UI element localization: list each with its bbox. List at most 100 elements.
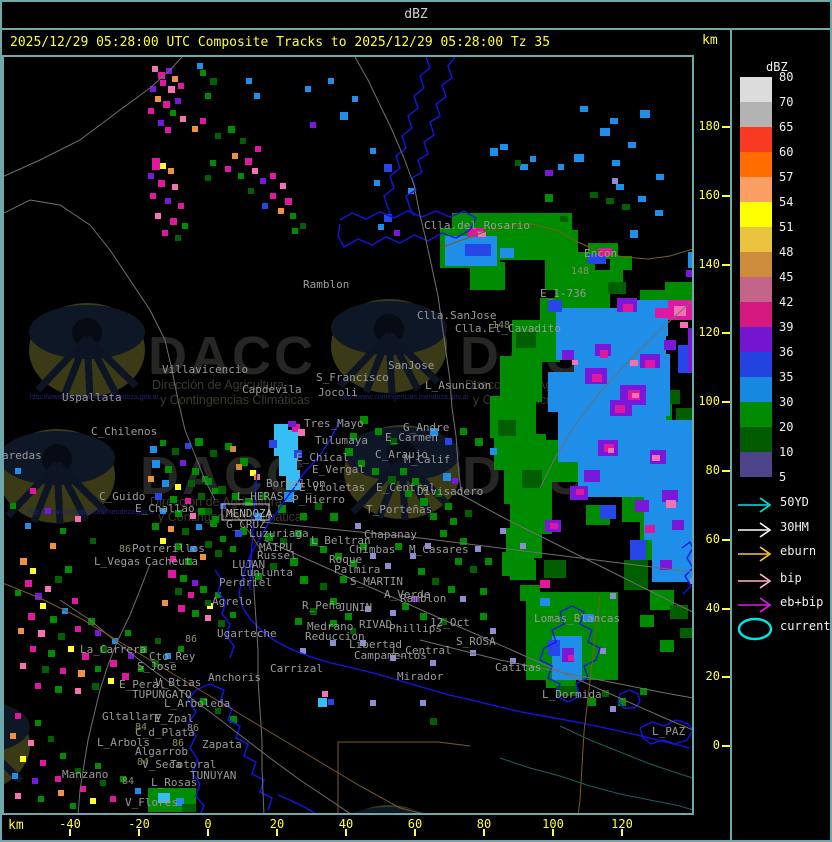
radar-echo xyxy=(152,523,159,530)
radar-echo xyxy=(430,660,436,666)
radar-echo xyxy=(210,160,216,166)
radar-echo xyxy=(470,566,477,573)
radar-echo xyxy=(198,508,205,515)
map-canvas[interactable]: DACCDACCDACCDACCDACCDirección de Agricul… xyxy=(0,0,832,842)
map-label: La_Carrera xyxy=(80,643,146,656)
radar-echo xyxy=(500,528,506,534)
radar-echo xyxy=(175,98,181,104)
map-label: Manzano xyxy=(62,768,108,781)
radar-echo xyxy=(155,96,161,102)
radar-echo xyxy=(640,615,654,627)
radar-echo xyxy=(45,586,51,592)
map-label: E_1-736 xyxy=(540,287,586,300)
map-label: Jocoli xyxy=(318,386,358,399)
radar-echo xyxy=(218,620,225,627)
radar-echo xyxy=(480,588,487,595)
radar-echo xyxy=(175,588,182,595)
radar-echo xyxy=(30,568,36,574)
radar-echo xyxy=(606,198,614,204)
radar-echo xyxy=(90,798,96,804)
radar-echo xyxy=(452,478,458,484)
radar-echo xyxy=(48,736,54,742)
radar-echo xyxy=(148,476,154,482)
map-label: Luzuriaga xyxy=(249,527,309,540)
radar-echo xyxy=(240,138,246,144)
radar-echo xyxy=(270,173,276,179)
radar-echo xyxy=(630,540,646,560)
map-label: aredas xyxy=(2,449,42,462)
map-label: Chapanay xyxy=(364,528,417,541)
radar-echo xyxy=(460,428,467,435)
radar-echo xyxy=(168,570,176,578)
radar-echo xyxy=(95,666,101,672)
radar-echo xyxy=(165,127,171,133)
radar-echo xyxy=(652,455,660,461)
radar-echo xyxy=(235,530,242,537)
radar-echo xyxy=(610,593,616,599)
radar-echo xyxy=(168,168,174,174)
radar-echo xyxy=(110,796,116,802)
radar-echo xyxy=(158,180,165,187)
radar-echo xyxy=(612,178,618,184)
radar-echo xyxy=(200,118,206,124)
radar-echo xyxy=(188,592,194,598)
radar-echo xyxy=(165,198,171,204)
map-label: L_Arboleda xyxy=(164,697,230,710)
radar-echo xyxy=(318,698,327,707)
radar-echo xyxy=(544,560,566,578)
radar-echo xyxy=(75,688,81,694)
radar-echo xyxy=(592,374,602,382)
radar-echo xyxy=(55,576,62,583)
radar-echo xyxy=(178,83,184,89)
radar-echo xyxy=(188,480,195,487)
radar-echo xyxy=(295,618,302,625)
radar-echo xyxy=(92,683,99,690)
radar-echo xyxy=(172,184,178,190)
radar-echo xyxy=(615,405,625,413)
radar-echo xyxy=(152,66,158,72)
radar-echo xyxy=(590,192,598,198)
radar-echo xyxy=(440,530,447,537)
radar-echo xyxy=(666,500,676,508)
radar-echo xyxy=(374,180,380,186)
radar-echo xyxy=(656,174,664,180)
radar-echo xyxy=(548,372,578,412)
radar-echo xyxy=(370,148,376,154)
radar-echo xyxy=(40,760,46,766)
radar-echo xyxy=(182,528,189,535)
radar-echo xyxy=(196,524,202,530)
map-label: M_Calif xyxy=(404,453,450,466)
radar-echo xyxy=(155,213,161,219)
right-axis-unit: km xyxy=(702,33,718,48)
radar-echo xyxy=(420,700,426,706)
radar-echo xyxy=(574,154,584,162)
radar-echo xyxy=(50,543,56,549)
radar-echo xyxy=(108,678,114,684)
radar-echo xyxy=(385,563,391,569)
map-label: S_ROSA xyxy=(456,635,496,648)
radar-echo xyxy=(198,493,205,500)
map-label: L_Asuncion xyxy=(425,379,491,392)
radar-echo xyxy=(232,153,238,159)
radar-echo xyxy=(245,158,252,165)
radar-echo xyxy=(28,740,34,746)
radar-echo xyxy=(162,480,169,487)
radar-echo xyxy=(165,466,172,473)
radar-echo xyxy=(394,230,400,236)
radar-echo xyxy=(230,612,236,618)
radar-echo xyxy=(420,613,427,620)
radar-echo xyxy=(236,464,242,470)
radar-echo xyxy=(584,470,600,482)
radar-echo xyxy=(10,503,16,509)
radar-echo xyxy=(270,193,276,199)
radar-echo xyxy=(210,78,217,85)
map-label: E_Vergal xyxy=(312,463,365,476)
radar-echo xyxy=(500,144,508,150)
radar-echo xyxy=(178,203,184,209)
radar-echo xyxy=(672,520,684,530)
radar-echo xyxy=(540,598,550,606)
radar-echo xyxy=(180,575,187,582)
radar-echo xyxy=(200,70,206,76)
radar-echo xyxy=(162,600,168,606)
radar-echo xyxy=(612,160,620,166)
